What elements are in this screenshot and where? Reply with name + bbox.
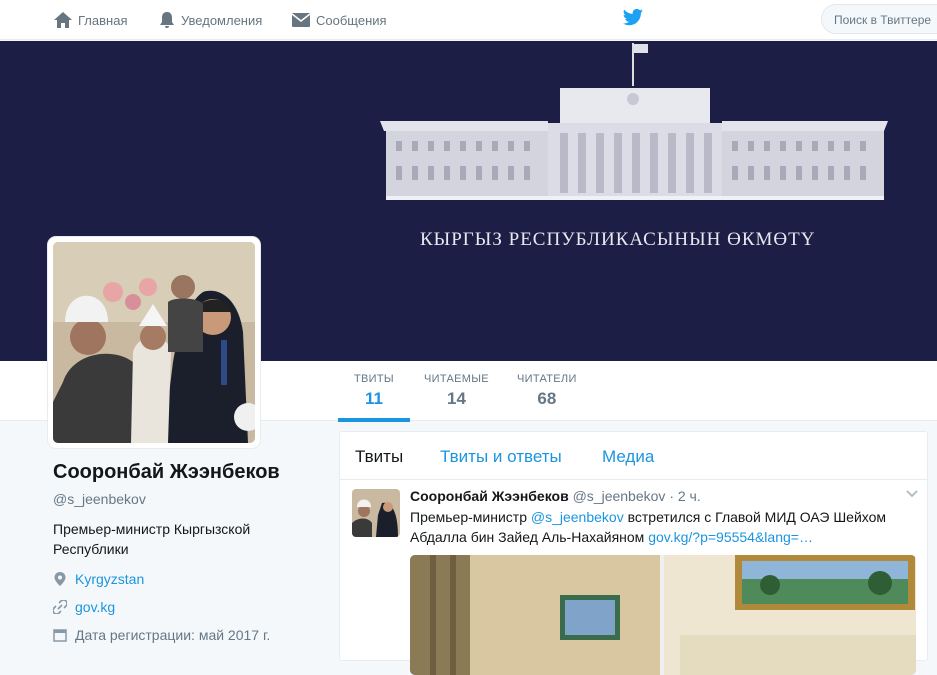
profile-name: Сооронбай Жээнбеков (53, 461, 280, 483)
profile-handle[interactable]: @s_jeenbekov (53, 491, 146, 507)
profile-website-text: gov.kg (75, 599, 116, 615)
avatar-photo (53, 242, 255, 443)
stat-following-label: ЧИТАЕМЫЕ (424, 373, 489, 385)
profile-website[interactable]: gov.kg (53, 599, 115, 615)
tweet-author-name[interactable]: Сооронбай Жээнбеков (410, 488, 569, 504)
tweet-mention[interactable]: @s_jeenbekov (531, 509, 624, 525)
tab-tweets-and-replies[interactable]: Твиты и ответы (440, 447, 562, 467)
nav-home[interactable]: Главная (53, 0, 127, 40)
link-icon (53, 600, 67, 614)
tweet-separator: · (669, 488, 674, 504)
tweet-text: Премьер-министр @s_jeenbekov встретился … (410, 507, 910, 547)
stat-followers-value: 68 (537, 389, 557, 408)
stat-following-value: 14 (446, 389, 466, 408)
location-pin-icon (54, 572, 66, 586)
top-navigation: Главная Уведомления Сообщения Поиск в Тв… (0, 0, 937, 40)
banner-caption: КЫРГЫЗ РЕСПУБЛИКАСЫНЫН ӨКМӨТҮ (420, 229, 816, 250)
calendar-icon (53, 629, 67, 642)
envelope-icon (291, 13, 311, 27)
nav-notifications-label: Уведомления (181, 12, 263, 28)
stat-followers[interactable]: ЧИТАТЕЛИ 68 (517, 373, 577, 409)
stat-following[interactable]: ЧИТАЕМЫЕ 14 (424, 373, 489, 409)
tab-tweets[interactable]: Твиты (355, 447, 403, 467)
stat-followers-label: ЧИТАТЕЛИ (517, 373, 577, 385)
search-input[interactable]: Поиск в Твиттере (821, 4, 937, 34)
tweet-media-image[interactable] (410, 555, 916, 675)
nav-home-label: Главная (78, 12, 128, 28)
tab-media[interactable]: Медиа (602, 447, 654, 467)
profile-joined-text: Дата регистрации: май 2017 г. (75, 627, 271, 643)
bell-icon (160, 12, 174, 28)
tweet-avatar[interactable] (352, 489, 400, 537)
profile-bio: Премьер-министр Кыргызской Республики (53, 521, 251, 557)
nav-messages-label: Сообщения (316, 12, 387, 28)
profile-location[interactable]: Kyrgyzstan (53, 571, 144, 587)
home-icon (54, 12, 72, 28)
twitter-bird-icon[interactable] (622, 8, 644, 28)
stat-tweets-label: ТВИТЫ (354, 373, 394, 385)
stat-tweets[interactable]: ТВИТЫ 11 (338, 373, 410, 422)
timeline: Твиты Твиты и ответы Медиа Сооронбай Жээ… (339, 431, 928, 675)
stat-tweets-value: 11 (364, 389, 383, 408)
tweet-header: Сооронбай Жээнбеков @s_jeenbekov · 2 ч. (410, 488, 701, 504)
tweet-text-part: Премьер-министр (410, 509, 531, 525)
timeline-tabs: Твиты Твиты и ответы Медиа (340, 432, 927, 480)
chevron-down-icon[interactable] (905, 489, 919, 499)
profile-location-text: Kyrgyzstan (75, 571, 145, 587)
profile-joined: Дата регистрации: май 2017 г. (53, 627, 270, 643)
tweet-author-handle[interactable]: @s_jeenbekov (573, 488, 666, 504)
tweet-time[interactable]: 2 ч. (678, 488, 701, 504)
nav-messages[interactable]: Сообщения (291, 0, 387, 40)
tweet-link[interactable]: gov.kg/?p=95554&lang=… (648, 529, 813, 545)
profile-avatar[interactable] (48, 237, 260, 448)
nav-notifications[interactable]: Уведомления (158, 0, 262, 40)
